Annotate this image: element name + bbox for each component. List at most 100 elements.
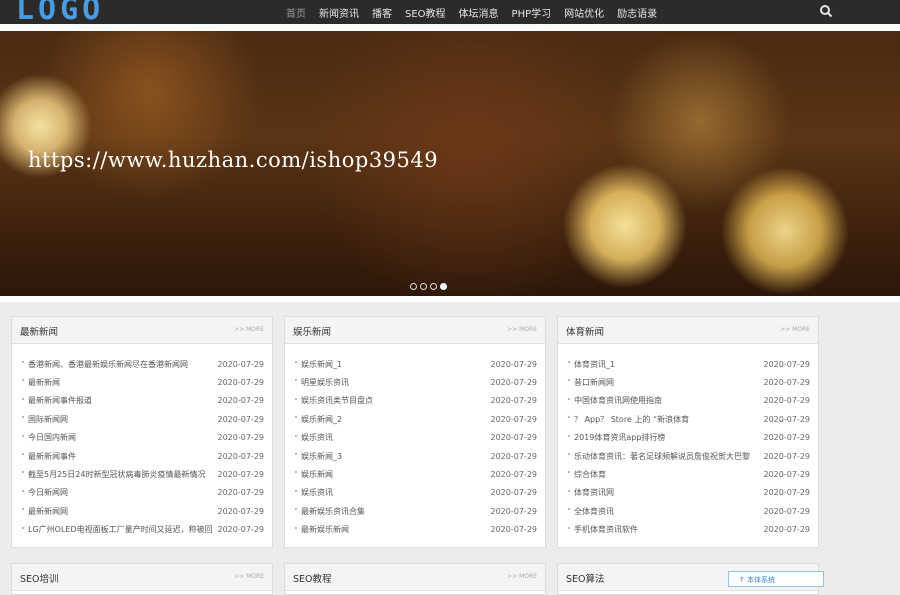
news-title[interactable]: 全体育资讯	[574, 506, 758, 517]
list-item[interactable]: 乐动体育资讯：著名足球频解说员詹俊祝贺大巴黎 2020-07-29	[558, 447, 818, 465]
nav-item-sports[interactable]: 体坛消息	[459, 5, 499, 20]
news-title[interactable]: 2019体育资讯app排行榜	[574, 432, 758, 443]
news-title[interactable]: 最新新闻事件	[28, 451, 212, 462]
news-date: 2020-07-29	[490, 470, 538, 480]
floating-login-box[interactable]: ↑ 本体系统	[728, 571, 824, 587]
news-title[interactable]: 最新新闻	[28, 377, 212, 388]
panel-title: 体育新闻	[566, 327, 605, 338]
carousel-dot-2[interactable]	[420, 283, 427, 290]
more-link[interactable]: >> MORE	[507, 326, 537, 333]
list-item[interactable]: 娱乐新闻_2 2020-07-29	[285, 410, 545, 428]
list-item[interactable]: 娱乐资讯 2020-07-29	[285, 429, 545, 447]
more-link[interactable]: >> MORE	[507, 573, 537, 580]
list-item[interactable]: ？ App？ Store 上的 “新浪体育 2020-07-29	[558, 410, 818, 428]
list-item[interactable]: 最新娱乐资讯合集 2020-07-29	[285, 502, 545, 520]
carousel-dot-4[interactable]	[440, 283, 447, 290]
more-link[interactable]: >> MORE	[234, 573, 264, 580]
list-item[interactable]: 娱乐资讯类节目盘点 2020-07-29	[285, 392, 545, 410]
list-item[interactable]: 全体育资讯 2020-07-29	[558, 502, 818, 520]
news-date: 2020-07-29	[763, 525, 811, 535]
carousel-dot-1[interactable]	[410, 283, 417, 290]
nav-item-home[interactable]: 首页	[286, 5, 306, 20]
news-title[interactable]: 娱乐新闻_3	[301, 451, 485, 462]
bullet-icon	[22, 379, 24, 382]
news-title[interactable]: 娱乐新闻_1	[301, 359, 485, 370]
list-item[interactable]: 最新新闻网 2020-07-29	[12, 502, 272, 520]
list-item[interactable]: 娱乐新闻_3 2020-07-29	[285, 447, 545, 465]
news-title[interactable]: 体育资讯_1	[574, 359, 758, 370]
nav-item-quotes[interactable]: 励志语录	[617, 5, 657, 20]
news-title[interactable]: 乐动体育资讯：著名足球频解说员詹俊祝贺大巴黎	[574, 451, 758, 462]
news-title[interactable]: 国际新闻网	[28, 414, 212, 425]
news-title[interactable]: 最新娱乐资讯合集	[301, 506, 485, 517]
bullet-icon	[568, 508, 570, 511]
more-link[interactable]: >> MORE	[234, 326, 264, 333]
carousel-dot-3[interactable]	[430, 283, 437, 290]
news-title[interactable]: 综合体育	[574, 469, 758, 480]
list-item[interactable]: 2019体育资讯app排行榜 2020-07-29	[558, 429, 818, 447]
list-item[interactable]: LG广州OLED电视面板工厂量产时间又延迟，称被回 2020-07-29	[12, 521, 272, 539]
more-link[interactable]: >> MORE	[780, 326, 810, 333]
news-title[interactable]: 截至5月25日24时新型冠状病毒肺炎疫情最新情况	[28, 469, 212, 480]
list-item[interactable]: 娱乐新闻_1 2020-07-29	[285, 355, 545, 373]
news-title[interactable]: 娱乐资讯	[301, 487, 485, 498]
panel-header: 娱乐新闻 >> MORE	[285, 317, 545, 344]
news-title[interactable]: 中国体育资讯网使用指南	[574, 395, 758, 406]
list-item[interactable]: 最新新闻事件 2020-07-29	[12, 447, 272, 465]
news-date: 2020-07-29	[763, 506, 811, 516]
list-item[interactable]: 截至5月25日24时新型冠状病毒肺炎疫情最新情况 2020-07-29	[12, 465, 272, 483]
list-item[interactable]: 最新娱乐新闻 2020-07-29	[285, 521, 545, 539]
list-item[interactable]: 娱乐资讯 2020-07-29	[285, 484, 545, 502]
news-title[interactable]: 娱乐新闻	[301, 469, 485, 480]
nav-item-news[interactable]: 新闻资讯	[319, 5, 359, 20]
nav-item-podcast[interactable]: 播客	[372, 5, 392, 20]
news-title[interactable]: 最新娱乐新闻	[301, 524, 485, 535]
news-title[interactable]: LG广州OLED电视面板工厂量产时间又延迟，称被回	[28, 524, 212, 535]
news-title[interactable]: 最新新闻事件报道	[28, 395, 212, 406]
news-title[interactable]: 体育资讯网	[574, 487, 758, 498]
hero-banner[interactable]: https://www.huzhan.com/ishop39549	[0, 31, 900, 296]
news-title[interactable]: 手机体育资讯软件	[574, 524, 758, 535]
news-title[interactable]: 今日新闻网	[28, 487, 212, 498]
news-title[interactable]: 最新新闻网	[28, 506, 212, 517]
news-date: 2020-07-29	[217, 433, 265, 443]
list-item[interactable]: 综合体育 2020-07-29	[558, 465, 818, 483]
list-item[interactable]: 国际新闻网 2020-07-29	[12, 410, 272, 428]
nav-item-php[interactable]: PHP学习	[512, 5, 552, 20]
news-list: 体育资讯_1 2020-07-29 昔口新闻网 2020-07-29 中国体育资讯网…	[558, 355, 818, 539]
news-date: 2020-07-29	[217, 451, 265, 461]
list-item[interactable]: 手机体育资讯软件 2020-07-29	[558, 521, 818, 539]
bullet-icon	[568, 416, 570, 419]
list-item[interactable]: 体育资讯网 2020-07-29	[558, 484, 818, 502]
panel-header: 体育新闻 >> MORE	[558, 317, 818, 344]
list-item[interactable]: 明星娱乐资讯 2020-07-29	[285, 373, 545, 391]
list-item[interactable]: 娱乐新闻 2020-07-29	[285, 465, 545, 483]
news-title[interactable]: 香港新闻、香港最新娱乐新闻尽在香港新闻网	[28, 359, 212, 370]
news-date: 2020-07-29	[217, 525, 265, 535]
list-item[interactable]: 中国体育资讯网使用指南 2020-07-29	[558, 392, 818, 410]
list-item[interactable]: 最新新闻事件报道 2020-07-29	[12, 392, 272, 410]
news-title[interactable]: 娱乐资讯	[301, 432, 485, 443]
panel-header: 最新新闻 >> MORE	[12, 317, 272, 344]
banner-overlay-text: https://www.huzhan.com/ishop39549	[28, 148, 439, 172]
nav-item-seo-tutorial[interactable]: SEO教程	[405, 5, 446, 20]
list-item[interactable]: 最新新闻 2020-07-29	[12, 373, 272, 391]
news-title[interactable]: 娱乐资讯类节目盘点	[301, 395, 485, 406]
site-logo[interactable]: LOGO	[16, 0, 104, 27]
search-icon[interactable]	[818, 3, 834, 19]
news-title[interactable]: 娱乐新闻_2	[301, 414, 485, 425]
list-item[interactable]: 今日新闻网 2020-07-29	[12, 484, 272, 502]
news-title[interactable]: ？ App？ Store 上的 “新浪体育	[574, 414, 758, 425]
news-title[interactable]: 今日国内新闻	[28, 432, 212, 443]
bullet-icon	[22, 508, 24, 511]
list-item[interactable]: 香港新闻、香港最新娱乐新闻尽在香港新闻网 2020-07-29	[12, 355, 272, 373]
list-item[interactable]: 昔口新闻网 2020-07-29	[558, 373, 818, 391]
bullet-icon	[22, 489, 24, 492]
list-item[interactable]: 体育资讯_1 2020-07-29	[558, 355, 818, 373]
news-title[interactable]: 明星娱乐资讯	[301, 377, 485, 388]
news-date: 2020-07-29	[490, 414, 538, 424]
news-title[interactable]: 昔口新闻网	[574, 377, 758, 388]
list-item[interactable]: 今日国内新闻 2020-07-29	[12, 429, 272, 447]
news-list: 香港新闻、香港最新娱乐新闻尽在香港新闻网 2020-07-29 最新新闻 2020-…	[12, 355, 272, 539]
nav-item-site-optimization[interactable]: 网站优化	[564, 5, 604, 20]
